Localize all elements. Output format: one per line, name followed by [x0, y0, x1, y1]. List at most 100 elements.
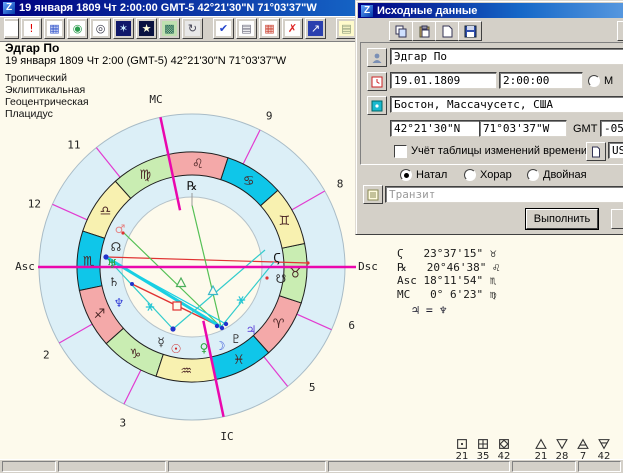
place-input[interactable]: Бостон, Массачусетс, США	[390, 96, 623, 113]
map-view-icon: ▩	[162, 21, 177, 36]
crosses-stats: 213542	[452, 438, 514, 462]
transit-list-button[interactable]	[363, 185, 383, 204]
delete-date-button[interactable]: ✗	[282, 18, 303, 39]
svg-text:♓: ♓	[233, 353, 245, 368]
svg-text:3: 3	[120, 416, 127, 429]
svg-text:♊: ♊	[279, 214, 291, 229]
status-cell	[168, 461, 326, 472]
person-button[interactable]	[367, 48, 387, 67]
sky-view-button[interactable]: ★	[136, 18, 157, 39]
uranus-glyph: ♅	[107, 257, 118, 271]
transit-input[interactable]: Транзит	[385, 186, 623, 203]
calendar-button[interactable]: ▦	[259, 18, 280, 39]
local-time-radio[interactable]: М	[588, 75, 613, 87]
horar-radio[interactable]: Хорар	[464, 169, 512, 181]
coordinate-system: Эклиптикальная	[5, 84, 286, 96]
gmt-offset-input[interactable]: -05	[600, 120, 623, 137]
refresh-button[interactable]: ↻	[182, 18, 203, 39]
map-icon	[371, 100, 383, 112]
local-time-label: М	[604, 75, 613, 87]
source-data-dialog: Z Исходные данные Эдгар По 19.01.1809 2:…	[355, 0, 623, 235]
svg-text:8: 8	[337, 178, 344, 191]
zodiac-type: Тропический	[5, 72, 286, 84]
triangle-up-bar-stat: 7	[573, 438, 593, 462]
svg-text:♈: ♈	[273, 317, 285, 332]
planet-view-button[interactable]: ✶	[113, 18, 134, 39]
refresh-icon: ↻	[185, 21, 200, 36]
edit-pen-button[interactable]: ✔	[213, 18, 234, 39]
sky-view-icon: ★	[139, 21, 154, 36]
planet-view-icon: ✶	[116, 21, 131, 36]
square-cross-stat: 42	[494, 438, 514, 462]
svg-text:2: 2	[43, 349, 50, 362]
mercury-glyph: ☿	[157, 335, 164, 349]
clipped-toolbar-button[interactable]	[617, 21, 623, 41]
white-moon-glyph: ℞	[187, 179, 198, 193]
new-button[interactable]	[435, 21, 459, 41]
ephemeris-table-icon: ▦	[47, 21, 62, 36]
place-button[interactable]	[367, 96, 387, 115]
notes-icon: ▤	[339, 21, 354, 36]
svg-text:♍: ♍	[140, 168, 152, 183]
latitude-input[interactable]: 42°21'30"N	[390, 120, 480, 137]
neptune-glyph: ♆	[114, 296, 125, 310]
copy-icon	[395, 25, 408, 38]
status-cell	[328, 461, 510, 472]
person-name-input[interactable]: Эдгар По	[390, 48, 623, 65]
notes-button[interactable]: ▤	[336, 18, 357, 39]
dialog-title-bar[interactable]: Z Исходные данные	[358, 3, 623, 18]
timezone-table-checkbox[interactable]	[394, 145, 407, 158]
list-icon	[367, 189, 379, 201]
run-button[interactable]: Выполнить	[526, 209, 598, 229]
alert-button[interactable]: !	[21, 18, 42, 39]
chart-wheel-icon: ◎	[93, 21, 108, 36]
svg-text:♒: ♒	[180, 364, 192, 379]
blank-button[interactable]	[4, 18, 19, 39]
dialog-title: Исходные данные	[377, 5, 477, 17]
clipped-button[interactable]	[611, 209, 623, 229]
svg-text:12: 12	[28, 197, 41, 210]
timezone-file-select[interactable]: US-	[608, 142, 623, 159]
gmt-label: GMT	[573, 123, 597, 135]
horar-label: Хорар	[480, 169, 512, 181]
date-input[interactable]: 19.01.1809	[390, 72, 497, 89]
double-radio[interactable]: Двойная	[527, 169, 587, 181]
print-button[interactable]: ▤	[236, 18, 257, 39]
chart-wheel-button[interactable]: ◎	[90, 18, 111, 39]
datetime-button[interactable]	[367, 72, 387, 91]
south-node-glyph: ☋	[276, 272, 287, 286]
radio-dot	[588, 75, 600, 87]
svg-text:6: 6	[348, 319, 355, 332]
time-input[interactable]: 2:00:00	[499, 72, 583, 89]
natal-radio[interactable]: Натал	[400, 169, 447, 181]
copy-button[interactable]	[389, 21, 413, 41]
window-title: 19 января 1809 Чт 2:00:00 GMT-5 42°21'30…	[19, 2, 317, 14]
timezone-file-button[interactable]	[586, 142, 606, 161]
app-logo-icon: Z	[3, 2, 15, 14]
zet-app-window: ♈♉♊♋♌♍♎♏♐♑♒♓♂☊♅♄♆☿☉♀☽♇♃Ϛ☋℞1211986532MCIC…	[0, 0, 623, 473]
north-node-glyph: ☊	[111, 240, 122, 254]
triangle-down-stat: 28	[552, 438, 572, 462]
paste-button[interactable]	[412, 21, 436, 41]
document-icon	[590, 146, 602, 158]
longitude-input[interactable]: 71°03'37"W	[479, 120, 567, 137]
save-button[interactable]	[458, 21, 482, 41]
svg-text:♐: ♐	[94, 307, 106, 322]
chart-jump-button[interactable]: ↗	[305, 18, 326, 39]
save-icon	[464, 25, 477, 38]
square-plus-stat: 35	[473, 438, 493, 462]
alert-icon: !	[24, 21, 39, 36]
mars-glyph: ♂	[115, 222, 126, 236]
svg-text:♎: ♎	[100, 204, 112, 219]
status-cell	[58, 461, 166, 472]
ephemeris-table-button[interactable]: ▦	[44, 18, 65, 39]
map-view-button[interactable]: ▩	[159, 18, 180, 39]
radio-dot	[527, 169, 539, 181]
globe-button[interactable]: ◉	[67, 18, 88, 39]
black-moon-glyph: Ϛ	[273, 251, 281, 265]
venus-glyph: ♀	[200, 341, 209, 355]
new-file-icon	[441, 25, 454, 38]
timezone-table-label: Учёт таблицы изменений времени	[411, 145, 587, 157]
svg-text:5: 5	[309, 381, 316, 394]
radio-dot	[464, 169, 476, 181]
